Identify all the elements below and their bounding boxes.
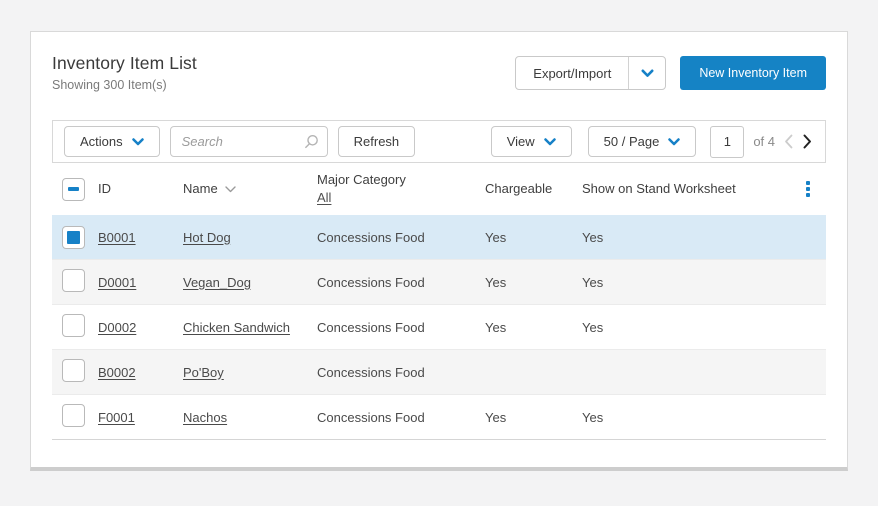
new-inventory-item-button[interactable]: New Inventory Item (680, 56, 826, 90)
header-buttons: Export/Import New Inventory Item (515, 56, 826, 90)
item-name-link[interactable]: Vegan_Dog (183, 275, 251, 290)
column-header-chargeable: Chargeable (485, 180, 582, 198)
item-name-link[interactable]: Hot Dog (183, 230, 231, 245)
next-page-icon[interactable] (803, 134, 812, 149)
inventory-list-card: Inventory Item List Showing 300 Item(s) … (30, 31, 848, 471)
per-page-label: 50 / Page (604, 134, 660, 149)
show-on-stand-cell: Yes (582, 320, 790, 335)
chevron-down-icon[interactable] (628, 57, 665, 89)
major-category-all-filter-link[interactable]: All (317, 189, 331, 207)
card-header: Inventory Item List Showing 300 Item(s) … (31, 32, 847, 92)
show-on-stand-cell: Yes (582, 275, 790, 290)
chevron-down-icon (132, 138, 144, 146)
row-checkbox[interactable] (62, 269, 85, 292)
toolbar: Actions Refresh View 50 / Page (52, 120, 826, 163)
export-import-label: Export/Import (516, 57, 628, 89)
search-input[interactable] (170, 126, 328, 157)
chevron-down-icon (668, 138, 680, 146)
major-category-cell: Concessions Food (317, 275, 485, 290)
item-id-link[interactable]: D0002 (98, 320, 136, 335)
column-header-name[interactable]: Name (183, 180, 317, 198)
view-label: View (507, 134, 535, 149)
row-checkbox[interactable] (62, 404, 85, 427)
page-total-text: of 4 (753, 134, 775, 149)
table-row[interactable]: F0001 Nachos Concessions Food Yes Yes (52, 395, 826, 440)
column-options-kebab-icon[interactable] (798, 178, 818, 200)
item-id-link[interactable]: B0002 (98, 365, 136, 380)
row-checkbox[interactable] (62, 359, 85, 382)
chargeable-cell: Yes (485, 230, 582, 245)
chargeable-cell: Yes (485, 320, 582, 335)
pagination-nav (784, 134, 814, 149)
item-name-link[interactable]: Nachos (183, 410, 227, 425)
chevron-down-icon (544, 138, 556, 146)
table-row[interactable]: B0001 Hot Dog Concessions Food Yes Yes (52, 215, 826, 260)
item-count-text: Showing 300 Item(s) (52, 78, 197, 92)
refresh-label: Refresh (354, 134, 400, 149)
select-all-checkbox[interactable] (62, 178, 85, 201)
table-header-row: ID Name Major Category All Chargeable Sh… (52, 163, 826, 215)
refresh-button[interactable]: Refresh (338, 126, 416, 157)
inventory-table: ID Name Major Category All Chargeable Sh… (52, 163, 826, 440)
chargeable-cell: Yes (485, 410, 582, 425)
actions-dropdown-button[interactable]: Actions (64, 126, 160, 157)
major-category-header-label: Major Category (317, 171, 477, 189)
row-checkbox[interactable] (62, 226, 85, 249)
major-category-cell: Concessions Food (317, 320, 485, 335)
item-id-link[interactable]: F0001 (98, 410, 135, 425)
page-title: Inventory Item List (52, 53, 197, 74)
sort-chevron-icon (225, 186, 236, 193)
major-category-cell: Concessions Food (317, 230, 485, 245)
previous-page-icon[interactable] (784, 134, 793, 149)
actions-label: Actions (80, 134, 123, 149)
column-header-show-on-stand: Show on Stand Worksheet (582, 180, 790, 198)
major-category-cell: Concessions Food (317, 365, 485, 380)
major-category-cell: Concessions Food (317, 410, 485, 425)
item-name-link[interactable]: Po'Boy (183, 365, 224, 380)
search-field (170, 126, 328, 157)
table-row[interactable]: D0001 Vegan_Dog Concessions Food Yes Yes (52, 260, 826, 305)
item-name-link[interactable]: Chicken Sandwich (183, 320, 290, 335)
chargeable-cell: Yes (485, 275, 582, 290)
export-import-button[interactable]: Export/Import (515, 56, 666, 90)
per-page-dropdown-button[interactable]: 50 / Page (588, 126, 697, 157)
view-dropdown-button[interactable]: View (491, 126, 572, 157)
show-on-stand-cell: Yes (582, 410, 790, 425)
item-id-link[interactable]: D0001 (98, 275, 136, 290)
page-number-input[interactable] (710, 126, 744, 158)
column-header-id: ID (98, 180, 183, 198)
row-checkbox[interactable] (62, 314, 85, 337)
table-row[interactable]: B0002 Po'Boy Concessions Food (52, 350, 826, 395)
item-id-link[interactable]: B0001 (98, 230, 136, 245)
column-header-major-category: Major Category All (317, 171, 485, 206)
show-on-stand-cell: Yes (582, 230, 790, 245)
name-header-label: Name (183, 180, 218, 198)
table-row[interactable]: D0002 Chicken Sandwich Concessions Food … (52, 305, 826, 350)
title-block: Inventory Item List Showing 300 Item(s) (52, 53, 197, 92)
